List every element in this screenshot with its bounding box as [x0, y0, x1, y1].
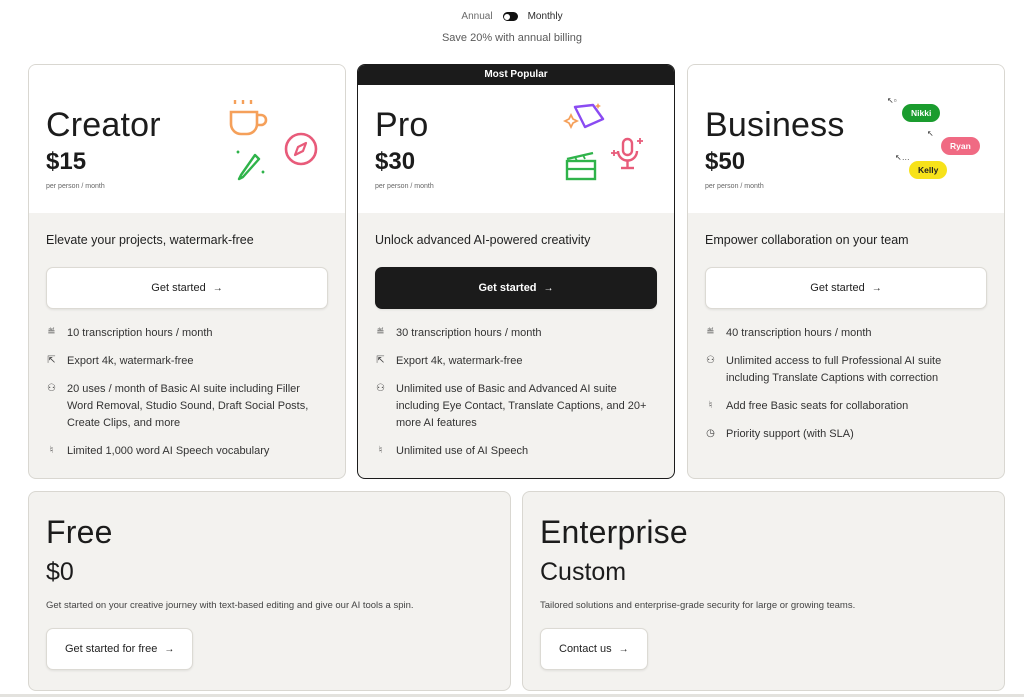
- plan-body: Free $0 Get started on your creative jou…: [29, 492, 510, 690]
- export-icon: ⇱: [47, 355, 56, 366]
- feature-item: ≝ 10 transcription hours / month: [46, 325, 328, 342]
- ai-suite-icon: ⚇: [376, 383, 385, 394]
- speech-icon: ♮: [49, 445, 54, 456]
- get-started-button[interactable]: Get started →: [46, 267, 328, 309]
- feature-text: 30 transcription hours / month: [396, 327, 542, 339]
- plan-card-creator: Creator $15 per person / month Elevate y…: [28, 64, 346, 479]
- annual-option[interactable]: Annual: [461, 11, 492, 22]
- plan-body: Elevate your projects, watermark-free Ge…: [29, 213, 345, 460]
- transcript-icon: ≝: [706, 327, 715, 338]
- arrow-right-icon: →: [543, 282, 554, 294]
- pencil-icon: [236, 150, 265, 181]
- price-period: per person / month: [46, 183, 105, 190]
- plan-card-pro: Most Popular Pro $30 per person / month …: [357, 64, 675, 479]
- billing-switch[interactable]: [502, 12, 518, 21]
- plan-name: Free: [46, 514, 113, 550]
- arrow-right-icon: →: [164, 643, 175, 655]
- ai-suite-icon: ⚇: [706, 355, 715, 366]
- feature-item: ⚇ Unlimited use of Basic and Advanced AI …: [375, 381, 657, 432]
- clock-icon: ◷: [706, 428, 715, 439]
- plan-header: Business $50 per person / month ↖▫ Nikki…: [688, 65, 1004, 213]
- button-label: Get started: [478, 282, 537, 294]
- plan-card-enterprise: Enterprise Custom Tailored solutions and…: [522, 491, 1005, 691]
- billing-toggle-section: Annual Monthly Save 20% with annual bill…: [0, 11, 1024, 44]
- monthly-option[interactable]: Monthly: [528, 11, 563, 22]
- cursor-icon: ↖▫: [887, 96, 897, 105]
- feature-item: ◷ Priority support (with SLA): [705, 426, 987, 443]
- coffee-icon: [229, 100, 268, 136]
- feature-item: ♮ Limited 1,000 word AI Speech vocabulary: [46, 443, 328, 460]
- feature-text: Unlimited use of Basic and Advanced AI s…: [396, 383, 647, 429]
- most-popular-banner: Most Popular: [358, 65, 674, 85]
- feature-item: ⇱ Export 4k, watermark-free: [46, 353, 328, 370]
- feature-text: Unlimited access to full Professional AI…: [726, 355, 942, 384]
- collaborator-pill-nikki: Nikki: [902, 104, 941, 122]
- button-label: Get started for free: [65, 643, 158, 655]
- button-label: Get started: [151, 282, 206, 294]
- feature-text: 10 transcription hours / month: [67, 327, 213, 339]
- clapperboard-icon: [565, 151, 597, 181]
- billing-toggle: Annual Monthly: [0, 11, 1024, 22]
- feature-list: ≝ 10 transcription hours / month ⇱ Export …: [46, 325, 328, 460]
- microphone-icon: [611, 137, 643, 170]
- feature-item: ♮ Unlimited use of AI Speech: [375, 443, 657, 460]
- feature-text: Limited 1,000 word AI Speech vocabulary: [67, 445, 270, 457]
- plan-body: Empower collaboration on your team Get s…: [688, 213, 1004, 443]
- feature-text: Export 4k, watermark-free: [67, 355, 194, 367]
- cursor-icon: ↖: [927, 129, 934, 138]
- feature-text: Export 4k, watermark-free: [396, 355, 523, 367]
- feature-text: Add free Basic seats for collaboration: [726, 400, 909, 412]
- feature-text: 20 uses / month of Basic AI suite includ…: [67, 383, 309, 429]
- plan-price: Custom: [540, 558, 627, 586]
- feature-list: ≝ 30 transcription hours / month ⇱ Export …: [375, 325, 657, 460]
- transcript-icon: ≝: [376, 327, 385, 338]
- plan-header: Creator $15 per person / month: [29, 65, 345, 213]
- speech-icon: ♮: [708, 400, 713, 411]
- arrow-right-icon: →: [871, 282, 882, 294]
- plan-tagline: Unlock advanced AI-powered creativity: [375, 233, 591, 247]
- feature-text: Priority support (with SLA): [726, 428, 854, 440]
- collaborator-pill-ryan: Ryan: [941, 137, 980, 155]
- plan-card-free: Free $0 Get started on your creative jou…: [28, 491, 511, 691]
- plan-tagline: Empower collaboration on your team: [705, 233, 909, 247]
- feature-list: ≝ 40 transcription hours / month ⚇ Unlimit…: [705, 325, 987, 443]
- cursor-icon: ↖…: [895, 153, 910, 162]
- button-label: Get started: [810, 282, 865, 294]
- plan-tagline: Elevate your projects, watermark-free: [46, 233, 254, 247]
- plan-header: Pro $30 per person / month: [358, 85, 674, 213]
- get-started-free-button[interactable]: Get started for free →: [46, 628, 194, 670]
- feature-text: Unlimited use of AI Speech: [396, 445, 529, 457]
- feature-item: ⚇ 20 uses / month of Basic AI suite inclu…: [46, 381, 328, 432]
- feature-item: ≝ 30 transcription hours / month: [375, 325, 657, 342]
- export-icon: ⇱: [376, 355, 385, 366]
- compass-icon: [284, 132, 318, 166]
- plan-price: $0: [46, 558, 74, 586]
- plan-name: Enterprise: [540, 514, 688, 550]
- save-note: Save 20% with annual billing: [441, 32, 583, 44]
- feature-item: ≝ 40 transcription hours / month: [705, 325, 987, 342]
- transcript-icon: ≝: [47, 327, 56, 338]
- get-started-button[interactable]: Get started →: [705, 267, 987, 309]
- plan-body: Unlock advanced AI-powered creativity Ge…: [358, 213, 674, 460]
- plan-description: Get started on your creative journey wit…: [46, 600, 414, 611]
- arrow-right-icon: →: [212, 282, 223, 294]
- feature-text: 40 transcription hours / month: [726, 327, 872, 339]
- plan-card-business: Business $50 per person / month ↖▫ Nikki…: [687, 64, 1005, 479]
- contact-us-button[interactable]: Contact us →: [540, 628, 648, 670]
- plan-description: Tailored solutions and enterprise-grade …: [540, 600, 856, 611]
- arrow-right-icon: →: [618, 643, 629, 655]
- price-period: per person / month: [375, 183, 434, 190]
- feature-item: ⇱ Export 4k, watermark-free: [375, 353, 657, 370]
- feature-item: ♮ Add free Basic seats for collaboration: [705, 398, 987, 415]
- ai-suite-icon: ⚇: [47, 383, 56, 394]
- speech-icon: ♮: [378, 445, 383, 456]
- collaborator-pill-kelly: Kelly: [909, 161, 948, 179]
- plan-body: Enterprise Custom Tailored solutions and…: [523, 492, 1004, 690]
- button-label: Contact us: [559, 643, 612, 655]
- price-period: per person / month: [705, 183, 764, 190]
- get-started-button[interactable]: Get started →: [375, 267, 657, 309]
- feature-item: ⚇ Unlimited access to full Professional A…: [705, 353, 987, 387]
- sparkle-frame-icon: [563, 103, 605, 130]
